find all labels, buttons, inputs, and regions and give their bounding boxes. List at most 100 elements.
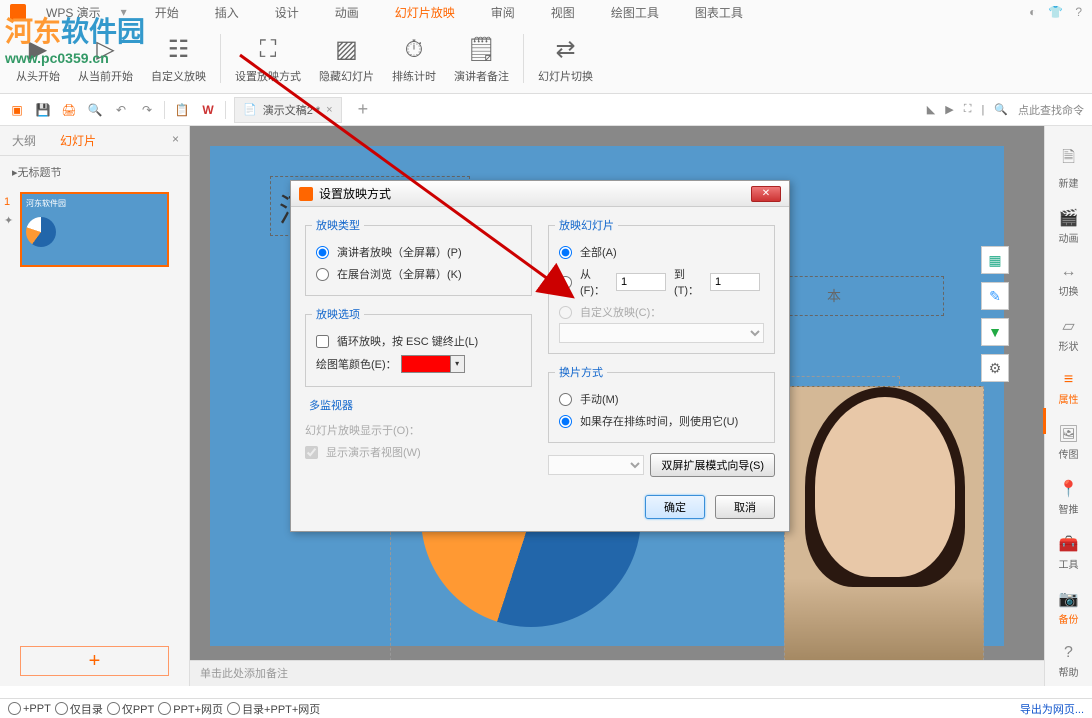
ribbon-from-start[interactable]: ▶从头开始 xyxy=(8,28,68,89)
dialog-titlebar[interactable]: 设置放映方式 ✕ xyxy=(291,181,789,207)
right-transition[interactable]: ↔切换 xyxy=(1059,263,1079,298)
redo-icon[interactable]: ↷ xyxy=(138,101,156,119)
slide-thumbnail-1[interactable]: 1 ✦ 河东软件园 xyxy=(20,192,169,267)
photo-face xyxy=(815,397,955,577)
help-icon[interactable]: ? xyxy=(1075,5,1082,19)
radio-timing[interactable]: 如果存在排练时间，则使用它(U) xyxy=(559,410,764,432)
opt-ppt[interactable]: +PPT xyxy=(8,702,51,715)
undo-icon[interactable]: ↶ xyxy=(112,101,130,119)
right-animation[interactable]: 🎬动画 xyxy=(1059,208,1079,245)
notes-bar[interactable]: 单击此处添加备注 xyxy=(190,660,1044,686)
slide-star-icon: ✦ xyxy=(4,214,13,227)
radio-presenter[interactable]: 演讲者放映（全屏幕）(P) xyxy=(316,241,521,263)
dual-screen-wizard-button[interactable]: 双屏扩展模式向导(S) xyxy=(650,453,775,477)
right-shapes[interactable]: ▱形状 xyxy=(1059,316,1079,353)
to-input[interactable] xyxy=(710,273,760,291)
photo-object[interactable] xyxy=(784,386,984,686)
float-tool-edit[interactable]: ✎ xyxy=(981,282,1009,310)
radio-all-slides[interactable]: 全部(A) xyxy=(559,241,764,263)
tab-close-icon[interactable]: × xyxy=(326,104,332,116)
nav-expand-icon[interactable]: ⛶ xyxy=(964,103,972,116)
section-title[interactable]: ▸无标题节 xyxy=(0,156,189,188)
sidebar-tab-outline[interactable]: 大纲 xyxy=(0,126,48,155)
print-icon[interactable]: 🖨 xyxy=(60,101,78,119)
export-web-link[interactable]: 导出为网页... xyxy=(1020,701,1084,717)
shirt-icon[interactable]: 👕 xyxy=(1048,5,1063,19)
menu-review[interactable]: 审阅 xyxy=(483,4,523,21)
opt-toc-only[interactable]: 仅目录 xyxy=(55,701,103,717)
right-backup[interactable]: 📷备份 xyxy=(1059,589,1079,626)
ribbon-from-current[interactable]: ▷从当前开始 xyxy=(70,28,141,89)
menu-animation[interactable]: 动画 xyxy=(327,4,367,21)
tab-add-button[interactable]: + xyxy=(358,99,369,120)
right-new[interactable]: 🗎新建 xyxy=(1059,146,1079,190)
check-loop[interactable]: 循环放映，按 ESC 键终止(L) xyxy=(316,330,521,352)
opt-ppt-only[interactable]: 仅PPT xyxy=(107,701,154,717)
wps-w-icon[interactable]: W xyxy=(199,101,217,119)
ribbon: ▶从头开始 ▷从当前开始 ☷自定义放映 ⛶设置放映方式 ▨隐藏幻灯片 ⏱排练计时… xyxy=(0,24,1092,94)
float-tool-filter[interactable]: ▼ xyxy=(981,318,1009,346)
clipboard-icon[interactable]: 📋 xyxy=(173,101,191,119)
add-slide-button[interactable]: + xyxy=(20,646,169,676)
thumb-pie-icon xyxy=(26,217,56,247)
menu-design[interactable]: 设计 xyxy=(267,4,307,21)
menu-insert[interactable]: 插入 xyxy=(207,4,247,21)
sidebar-close-icon[interactable]: × xyxy=(162,126,189,155)
radio-kiosk[interactable]: 在展台浏览（全屏幕）(K) xyxy=(316,263,521,285)
dialog-close-button[interactable]: ✕ xyxy=(751,186,781,202)
right-help[interactable]: ?帮助 xyxy=(1059,644,1079,679)
app-dropdown[interactable]: ▾ xyxy=(121,5,127,19)
ribbon-hide-slide[interactable]: ▨隐藏幻灯片 xyxy=(311,28,382,89)
save-icon[interactable]: 💾 xyxy=(34,101,52,119)
cancel-button[interactable]: 取消 xyxy=(715,495,775,519)
globe-icon[interactable]: ◐ xyxy=(1029,5,1036,19)
right-upload[interactable]: 🖼传图 xyxy=(1058,424,1078,461)
qat-app-icon[interactable]: ▣ xyxy=(8,101,26,119)
ribbon-setup-show[interactable]: ⛶设置放映方式 xyxy=(227,28,309,89)
menu-start[interactable]: 开始 xyxy=(147,4,187,21)
float-tool-settings[interactable]: ⚙ xyxy=(981,354,1009,382)
app-icon xyxy=(10,4,26,20)
ribbon-custom-show[interactable]: ☷自定义放映 xyxy=(143,28,214,89)
pen-color-picker[interactable]: ▾ xyxy=(401,355,465,373)
right-tools[interactable]: 🧰工具 xyxy=(1059,534,1079,571)
preview-icon[interactable]: 🔍 xyxy=(86,101,104,119)
radio-range-slides[interactable]: 从(F)： 到(T)： xyxy=(559,263,764,301)
document-tab[interactable]: 📄 演示文稿2 * × xyxy=(234,97,342,123)
sidebar-tab-slides[interactable]: 幻灯片 xyxy=(48,126,108,155)
menu-chart-tools[interactable]: 图表工具 xyxy=(687,4,751,21)
dialog-app-icon xyxy=(299,187,313,201)
ok-button[interactable]: 确定 xyxy=(645,495,705,519)
menubar: WPS 演示 ▾ 开始 插入 设计 动画 幻灯片放映 审阅 视图 绘图工具 图表… xyxy=(0,0,1092,24)
floating-toolbar: ▦ ✎ ▼ ⚙ xyxy=(981,246,1009,382)
right-recommend[interactable]: 📍智推 xyxy=(1059,479,1079,516)
color-dropdown-icon[interactable]: ▾ xyxy=(450,356,464,372)
ribbon-rehearse[interactable]: ⏱排练计时 xyxy=(384,28,444,89)
opt-toc-ppt-web[interactable]: 目录+PPT+网页 xyxy=(227,701,320,717)
menu-slideshow[interactable]: 幻灯片放映 xyxy=(387,4,463,21)
thumb-title: 河东软件园 xyxy=(22,194,167,213)
from-input[interactable] xyxy=(616,273,666,291)
ribbon-presenter-notes[interactable]: 🗒演讲者备注 xyxy=(446,28,517,89)
ribbon-slide-switch[interactable]: ⇄幻灯片切换 xyxy=(530,28,601,89)
slide-number: 1 xyxy=(4,196,10,208)
menu-view[interactable]: 视图 xyxy=(543,4,583,21)
nav-up-icon[interactable]: ◣ xyxy=(927,103,935,116)
quick-access-toolbar: ▣ 💾 🖨 🔍 ↶ ↷ 📋 W 📄 演示文稿2 * × + ◣ ▶ ⛶ | 🔍 … xyxy=(0,94,1092,126)
advance-fieldset: 换片方式 手动(M) 如果存在排练时间，则使用它(U) xyxy=(548,364,775,443)
doc-tab-name: 演示文稿2 * xyxy=(263,102,320,118)
radio-manual[interactable]: 手动(M) xyxy=(559,388,764,410)
opt-ppt-web[interactable]: PPT+网页 xyxy=(158,701,223,717)
float-tool-layout[interactable]: ▦ xyxy=(981,246,1009,274)
search-placeholder[interactable]: 点此查找命令 xyxy=(1018,102,1084,118)
sidebar: 大纲 幻灯片 × ▸无标题节 1 ✦ 河东软件园 + xyxy=(0,126,190,686)
custom-show-select[interactable] xyxy=(559,323,764,343)
menu-drawing-tools[interactable]: 绘图工具 xyxy=(603,4,667,21)
dialog-title-text: 设置放映方式 xyxy=(319,185,391,202)
right-properties[interactable]: ≡属性 xyxy=(1059,371,1079,406)
active-indicator xyxy=(1043,408,1046,434)
setup-show-dialog: 设置放映方式 ✕ 放映类型 演讲者放映（全屏幕）(P) 在展台浏览（全屏幕）(K… xyxy=(290,180,790,532)
pen-color-row: 绘图笔颜色(E)： ▾ xyxy=(316,352,521,376)
show-type-fieldset: 放映类型 演讲者放映（全屏幕）(P) 在展台浏览（全屏幕）(K) xyxy=(305,217,532,296)
nav-down-icon[interactable]: ▶ xyxy=(945,103,953,116)
